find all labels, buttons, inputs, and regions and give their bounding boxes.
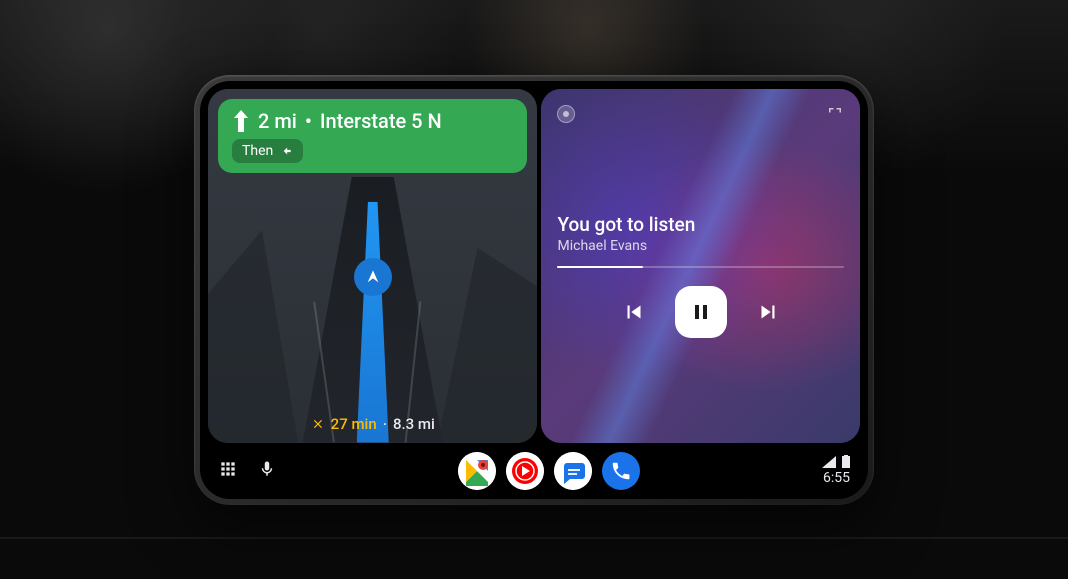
disc-icon: [557, 105, 575, 123]
eta-bar[interactable]: 27 min · 8.3 mi: [311, 415, 435, 433]
google-maps-app[interactable]: [458, 452, 496, 490]
media-controls: [557, 286, 844, 338]
navigation-card[interactable]: 2 mi • Interstate 5 N Then 27 min ·: [208, 89, 537, 443]
app-dock: [294, 452, 804, 490]
current-position-marker: [354, 258, 392, 296]
eta-distance: 8.3 mi: [393, 415, 435, 433]
youtube-music-app[interactable]: [506, 452, 544, 490]
next-button[interactable]: [755, 299, 781, 325]
close-icon[interactable]: [311, 417, 325, 431]
youtube-music-icon: [506, 452, 544, 490]
messages-icon: [554, 452, 592, 490]
previous-button[interactable]: [621, 299, 647, 325]
dashboard-seam: [0, 537, 1068, 539]
phone-icon: [610, 460, 632, 482]
media-card[interactable]: You got to listen Michael Evans: [541, 89, 860, 443]
media-header: [557, 105, 844, 123]
direction-then: Then: [232, 139, 303, 163]
phone-app[interactable]: [602, 452, 640, 490]
media-info: You got to listen Michael Evans: [557, 213, 844, 254]
straight-arrow-icon: [232, 110, 250, 132]
microphone-icon: [258, 459, 276, 479]
direction-distance: 2 mi: [258, 109, 297, 133]
app-launcher-button[interactable]: [218, 459, 238, 483]
direction-road: Interstate 5 N: [320, 109, 442, 133]
progress-bar[interactable]: [557, 266, 844, 268]
bottom-bar: 6:55: [200, 443, 868, 499]
signal-icon: [822, 456, 836, 468]
turn-left-icon: [279, 144, 293, 158]
messages-app[interactable]: [554, 452, 592, 490]
direction-separator: •: [305, 109, 312, 133]
skip-previous-icon: [621, 299, 647, 325]
screen: 2 mi • Interstate 5 N Then 27 min ·: [200, 81, 868, 499]
progress-fill: [557, 266, 643, 268]
grid-icon: [218, 459, 238, 479]
eta-separator: ·: [383, 415, 387, 433]
road-right: [437, 248, 537, 443]
eta-time: 27 min: [331, 415, 377, 433]
direction-banner[interactable]: 2 mi • Interstate 5 N Then: [218, 99, 527, 173]
status-area: 6:55: [822, 455, 850, 486]
track-artist: Michael Evans: [557, 238, 844, 254]
car-display-device: 2 mi • Interstate 5 N Then 27 min ·: [194, 75, 874, 505]
navigation-arrow-icon: [365, 269, 381, 285]
bar-left: [218, 459, 276, 483]
clock: 6:55: [823, 470, 850, 486]
skip-next-icon: [755, 299, 781, 325]
status-icons: [822, 455, 850, 468]
track-title: You got to listen: [557, 213, 844, 236]
split-content: 2 mi • Interstate 5 N Then 27 min ·: [200, 81, 868, 443]
direction-main: 2 mi • Interstate 5 N: [232, 109, 513, 133]
maps-icon: [458, 452, 496, 490]
voice-assistant-button[interactable]: [258, 459, 276, 483]
expand-icon[interactable]: [826, 105, 844, 123]
pause-button[interactable]: [675, 286, 727, 338]
then-label: Then: [242, 143, 273, 159]
battery-icon: [842, 455, 850, 468]
pause-icon: [689, 300, 713, 324]
road-left: [208, 230, 298, 442]
